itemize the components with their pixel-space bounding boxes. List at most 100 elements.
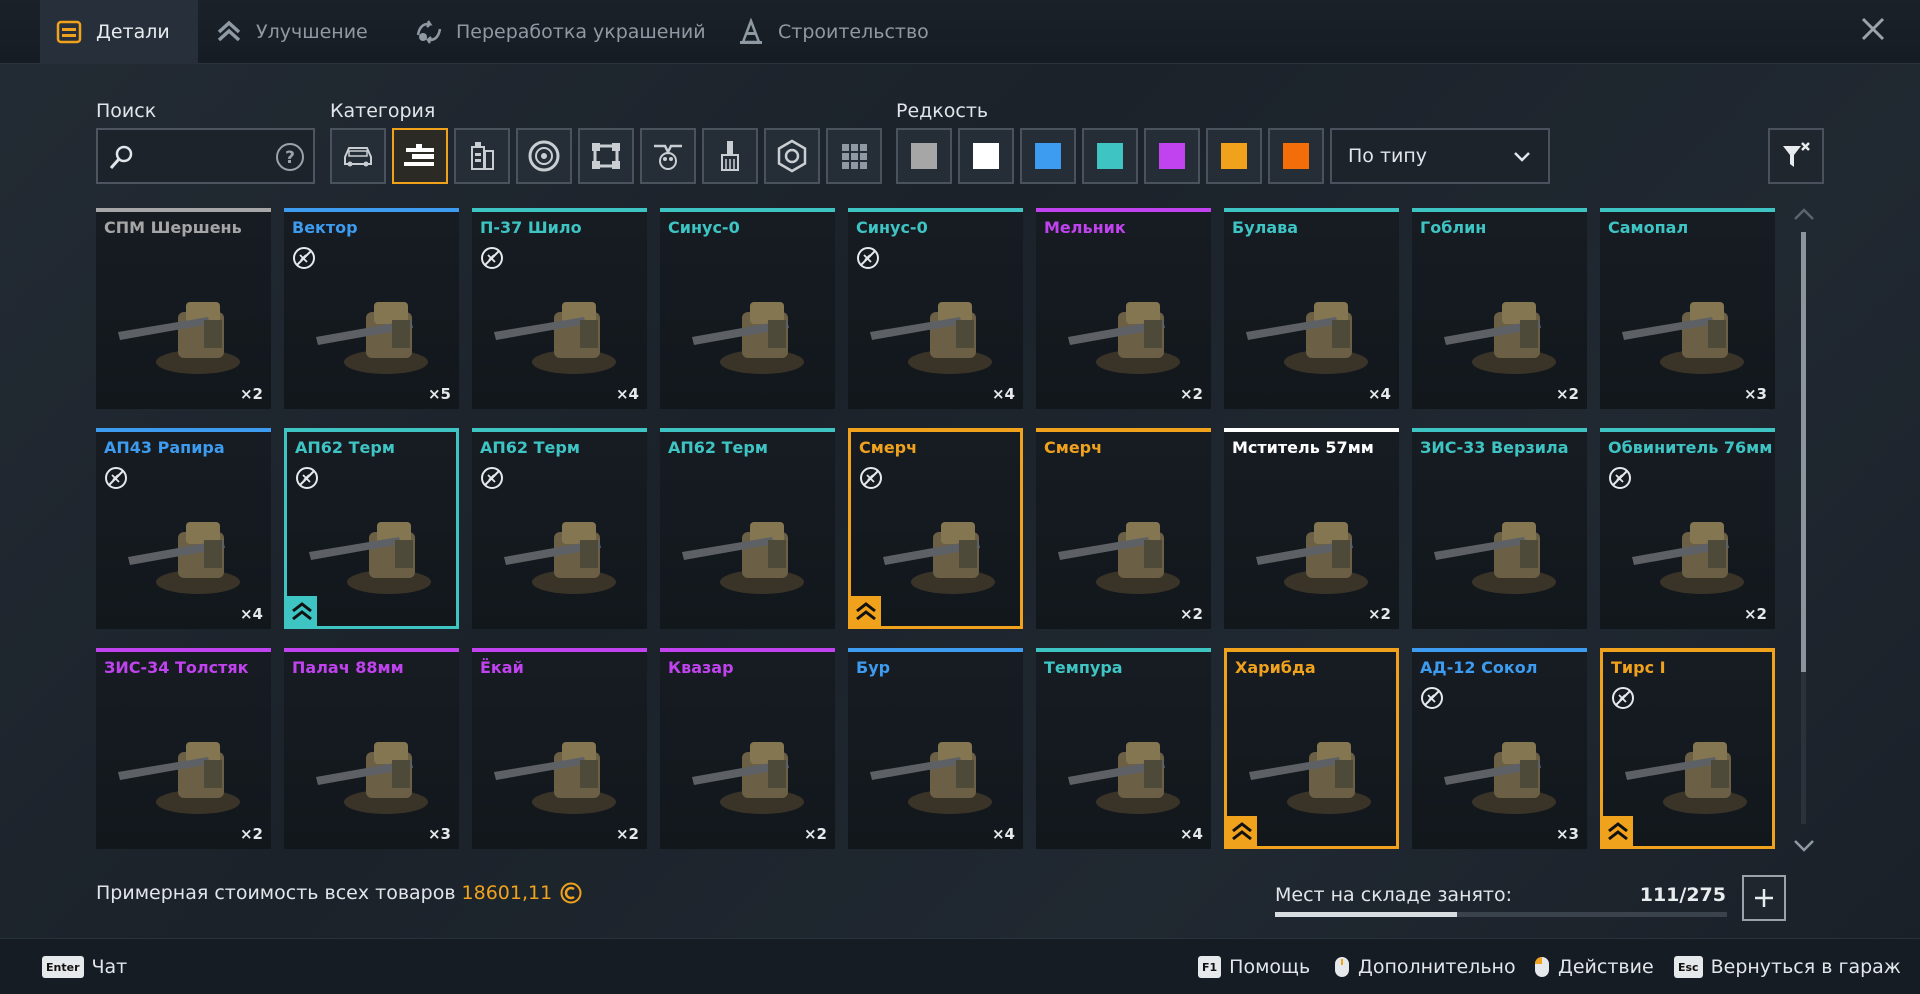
item-card[interactable]: Вектор ×5 (284, 208, 459, 409)
item-name: Мельник (1044, 218, 1126, 237)
hint-back-to-garage[interactable]: Esc Вернуться в гараж (1674, 939, 1901, 994)
item-card[interactable]: Смерч (848, 428, 1023, 629)
item-name: ЗИС-33 Верзила (1420, 438, 1569, 457)
hint-label: Вернуться в гараж (1710, 956, 1901, 978)
item-name: Темпура (1044, 658, 1123, 677)
category-movement-button[interactable] (516, 128, 572, 184)
rarity-filter-button[interactable] (1206, 128, 1262, 184)
tab-recycle-decor[interactable]: Переработка украшений (400, 0, 710, 64)
item-card[interactable]: АП62 Терм (284, 428, 459, 629)
hint-chat[interactable]: Enter Чат (42, 939, 127, 994)
item-name: АД-12 Сокол (1420, 658, 1538, 677)
storage-value: 111/275 (1639, 884, 1726, 906)
item-quantity: ×2 (1179, 385, 1203, 403)
item-card[interactable]: Темпура ×4 (1036, 648, 1211, 849)
category-structure-button[interactable] (764, 128, 820, 184)
category-modules-button[interactable] (454, 128, 510, 184)
tab-details[interactable]: Детали (40, 0, 198, 64)
upgrade-badge-icon (1603, 816, 1633, 846)
hint-action[interactable]: Действие (1534, 939, 1654, 994)
rarity-filter-button[interactable] (1020, 128, 1076, 184)
category-frames-button[interactable] (578, 128, 634, 184)
wheel-icon (528, 140, 560, 172)
weapon-icon (404, 144, 434, 166)
item-card[interactable]: Самопал ×3 (1600, 208, 1775, 409)
hint-label: Действие (1558, 956, 1654, 978)
rarity-swatch (1097, 143, 1123, 169)
item-quantity: ×4 (615, 385, 639, 403)
search-input[interactable]: ? (96, 128, 315, 184)
rarity-filter-button[interactable] (1082, 128, 1138, 184)
rarity-filter-button[interactable] (896, 128, 952, 184)
item-card[interactable]: АП62 Терм (472, 428, 647, 629)
filter-clear-icon (1783, 142, 1810, 167)
item-card[interactable]: АП43 Рапира ×4 (96, 428, 271, 629)
item-card[interactable]: Булава ×4 (1224, 208, 1399, 409)
weapon-image (1444, 302, 1556, 374)
upgrade-badge-icon (1227, 816, 1257, 846)
scroll-up-icon[interactable] (1792, 206, 1816, 222)
category-all-button[interactable] (826, 128, 882, 184)
scroll-down-icon[interactable] (1792, 838, 1816, 854)
item-card[interactable]: Бур ×4 (848, 648, 1023, 849)
item-card[interactable]: Квазар ×2 (660, 648, 835, 849)
category-weapons-button[interactable] (392, 128, 448, 184)
close-button[interactable] (1856, 14, 1890, 48)
item-name: Обвинитель 76мм (1608, 438, 1773, 457)
hint-help[interactable]: F1 Помощь (1198, 939, 1310, 994)
sort-value: По типу (1348, 145, 1428, 167)
item-quantity: ×4 (991, 385, 1015, 403)
tab-upgrade[interactable]: Улучшение (200, 0, 400, 64)
item-quantity: ×4 (1367, 385, 1391, 403)
item-card[interactable]: Харибда (1224, 648, 1399, 849)
rarity-swatch (1283, 143, 1309, 169)
item-name: АП62 Терм (480, 438, 580, 457)
item-card[interactable]: Синус-0 (660, 208, 835, 409)
expand-storage-button[interactable] (1742, 875, 1786, 921)
cabin-icon (344, 147, 372, 167)
weapon-image (1249, 742, 1371, 814)
category-cabins-button[interactable] (330, 128, 386, 184)
item-card[interactable]: СПМ Шершень ×2 (96, 208, 271, 409)
tab-label: Переработка украшений (456, 21, 706, 43)
item-name: Палач 88мм (292, 658, 404, 677)
tab-construction[interactable]: Строительство (722, 0, 942, 64)
tab-label: Строительство (778, 21, 929, 43)
item-card[interactable]: ЗИС-33 Верзила (1412, 428, 1587, 629)
scrollbar-thumb[interactable] (1801, 232, 1806, 672)
item-card[interactable]: АП62 Терм (660, 428, 835, 629)
item-card[interactable]: П-37 Шило ×4 (472, 208, 647, 409)
item-card[interactable]: Обвинитель 76мм ×2 (1600, 428, 1775, 629)
item-card[interactable]: АД-12 Сокол ×3 (1412, 648, 1587, 849)
item-card[interactable]: Палач 88мм ×3 (284, 648, 459, 849)
item-card[interactable]: Мельник ×2 (1036, 208, 1211, 409)
item-card[interactable]: Смерч ×2 (1036, 428, 1211, 629)
rarity-swatch (1159, 143, 1185, 169)
rarity-filter-button[interactable] (1268, 128, 1324, 184)
item-card[interactable]: Мститель 57мм ×2 (1224, 428, 1399, 629)
rarity-filter-button[interactable] (958, 128, 1014, 184)
item-card[interactable]: Ёкай ×2 (472, 648, 647, 849)
reset-filters-button[interactable] (1768, 128, 1824, 184)
weapon-image (1058, 522, 1180, 594)
item-quantity: ×2 (615, 825, 639, 843)
weapon-image (1068, 302, 1180, 374)
item-card[interactable]: Тирс I (1600, 648, 1775, 849)
item-card[interactable]: Синус-0 ×4 (848, 208, 1023, 409)
rarity-filter-button[interactable] (1144, 128, 1200, 184)
category-paint-button[interactable] (702, 128, 758, 184)
key-enter: Enter (42, 956, 84, 978)
hint-additional[interactable]: Дополнительно (1334, 939, 1516, 994)
item-quantity: ×2 (803, 825, 827, 843)
decor-icon (654, 144, 682, 170)
item-name: Гоблин (1420, 218, 1487, 237)
item-card[interactable]: Гоблин ×2 (1412, 208, 1587, 409)
sort-dropdown[interactable]: По типу (1330, 128, 1550, 184)
total-cost: Примерная стоимость всех товаров 18601,1… (96, 882, 582, 904)
weapon-image (128, 522, 240, 594)
category-decor-button[interactable] (640, 128, 696, 184)
weapon-image (504, 522, 616, 594)
item-card[interactable]: ЗИС-34 Толстяк ×2 (96, 648, 271, 849)
search-label: Поиск (96, 100, 157, 122)
help-icon: ? (276, 143, 304, 171)
